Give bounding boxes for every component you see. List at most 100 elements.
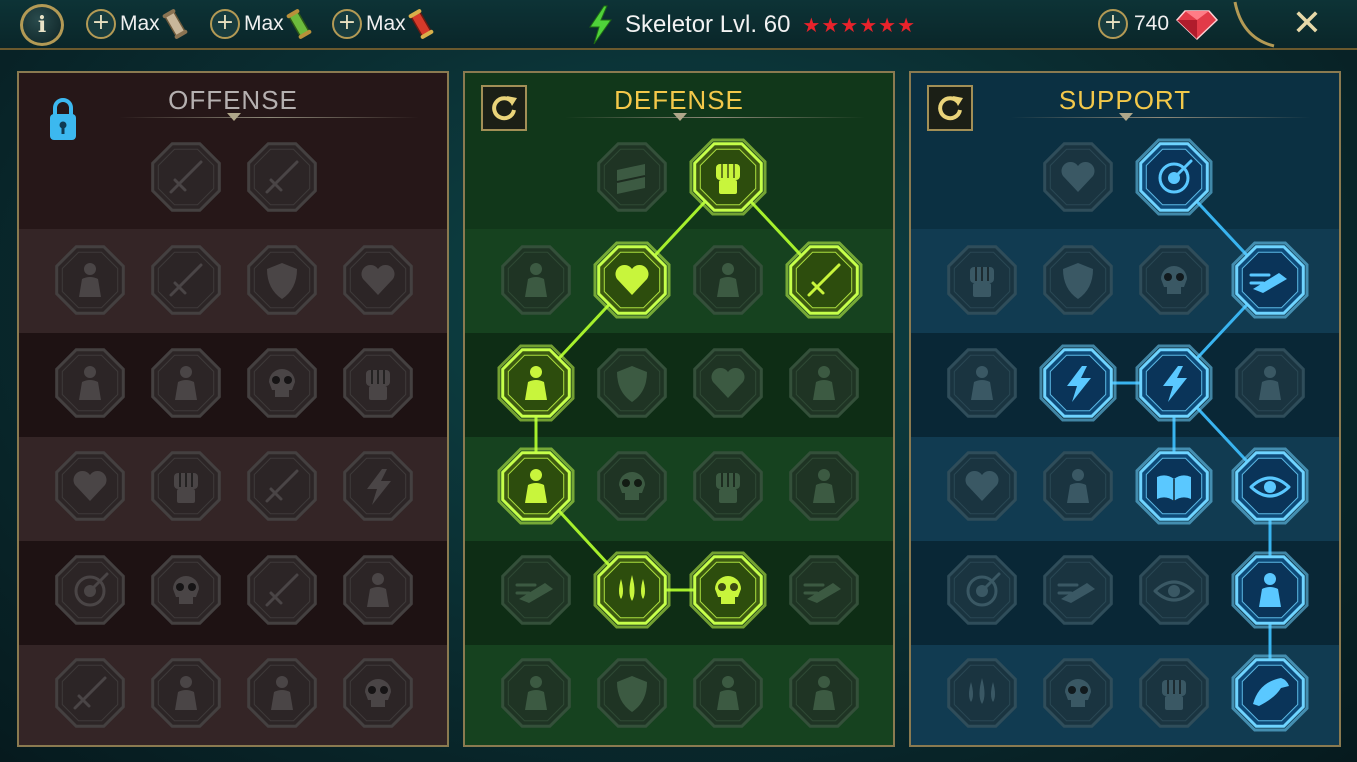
mastery-node-rallying-crowd[interactable]: [495, 445, 577, 527]
open-book-icon: [1135, 447, 1213, 525]
mastery-node-eagle-head[interactable]: [1229, 652, 1311, 734]
stomp-boot-icon: [1043, 555, 1113, 625]
mastery-node-shocked-figure[interactable]: [337, 549, 419, 631]
info-button[interactable]: i: [20, 4, 64, 46]
mastery-node-heart-plus[interactable]: [1037, 136, 1119, 218]
rallying-crowd-icon: [497, 447, 575, 525]
mastery-node-stomp-boot[interactable]: [1037, 549, 1119, 631]
burning-skull-icon: [689, 551, 767, 629]
mastery-node-spiked-skull[interactable]: [337, 652, 419, 734]
mastery-node-sword-circle[interactable]: [241, 549, 323, 631]
mastery-node-bull-head[interactable]: [783, 445, 865, 527]
mastery-node-guard-shield[interactable]: [591, 342, 673, 424]
mastery-node-fierce-eyes[interactable]: [1229, 445, 1311, 527]
mastery-node-rainbow-shield[interactable]: [1037, 239, 1119, 321]
mastery-node-shatter[interactable]: [1133, 342, 1215, 424]
chain-lightning-icon: [343, 451, 413, 521]
bull-head-icon: [789, 451, 859, 521]
horned-demon-icon: [55, 245, 125, 315]
fierce-eyes-icon: [1231, 447, 1309, 525]
skull-wind-icon: [247, 348, 317, 418]
mastery-node-wall-bricks[interactable]: [591, 136, 673, 218]
mastery-node-charging-warrior[interactable]: [49, 342, 131, 424]
mastery-node-double-figure[interactable]: [1229, 342, 1311, 424]
champion-header: Skeletor Lvl. 60 ★★★★★★: [585, 4, 916, 46]
mastery-node-arrow-burst[interactable]: [49, 549, 131, 631]
open-hand-icon: [693, 451, 763, 521]
mastery-node-running-figure[interactable]: [495, 549, 577, 631]
mastery-node-dueling-figures[interactable]: [495, 342, 577, 424]
mastery-node-muscular-torso[interactable]: [687, 239, 769, 321]
mastery-node-horned-beast[interactable]: [241, 652, 323, 734]
mastery-node-all-seeing-eye[interactable]: [1133, 549, 1215, 631]
mastery-node-winged-shield[interactable]: [591, 652, 673, 734]
close-button[interactable]: ✕: [1290, 4, 1324, 44]
heart-shield-icon: [693, 348, 763, 418]
mastery-node-claw-slash[interactable]: [241, 136, 323, 218]
mastery-node-skull-crest[interactable]: [1037, 652, 1119, 734]
mastery-node-bearded-face[interactable]: [687, 652, 769, 734]
mastery-node-burning-skull[interactable]: [687, 549, 769, 631]
mastery-node-potion-flask[interactable]: [941, 652, 1023, 734]
poison-drops-icon: [593, 551, 671, 629]
axe-icon: [247, 451, 317, 521]
mastery-node-raised-fist[interactable]: [687, 136, 769, 218]
mastery-node-crowned-figure[interactable]: [495, 652, 577, 734]
add-red-scroll-button[interactable]: +: [332, 9, 362, 39]
mastery-node-smoking-skull[interactable]: [1133, 239, 1215, 321]
mastery-node-hooded-figure[interactable]: [495, 239, 577, 321]
mastery-node-comet[interactable]: [1037, 445, 1119, 527]
mastery-node-cape-blade[interactable]: [145, 239, 227, 321]
winged-shield-icon: [597, 658, 667, 728]
mastery-node-dagger-hand[interactable]: [337, 342, 419, 424]
smoking-skull-icon: [1139, 245, 1209, 315]
mastery-node-skull-wind[interactable]: [241, 342, 323, 424]
add-green-scroll-button[interactable]: +: [210, 9, 240, 39]
mastery-node-target-strike[interactable]: [1133, 136, 1215, 218]
mastery-node-sparkle-blade[interactable]: [49, 652, 131, 734]
arrow-burst-icon: [55, 555, 125, 625]
mastery-node-healing-figure[interactable]: [941, 342, 1023, 424]
mastery-node-shield-break[interactable]: [241, 239, 323, 321]
mastery-node-bleeding-heart[interactable]: [49, 445, 131, 527]
mastery-node-broken-heart[interactable]: [337, 239, 419, 321]
add-tan-scroll-button[interactable]: +: [86, 9, 116, 39]
mastery-node-dodge-arrow[interactable]: [783, 549, 865, 631]
mastery-node-open-hand[interactable]: [687, 445, 769, 527]
mastery-node-chained-heart[interactable]: [941, 445, 1023, 527]
mastery-node-aura-figure[interactable]: [783, 342, 865, 424]
mastery-node-horned-demon[interactable]: [49, 239, 131, 321]
defense-panel: DEFENSE: [463, 71, 895, 747]
fist-strike-icon: [151, 451, 221, 521]
support-panel: SUPPORT: [909, 71, 1341, 747]
mastery-node-poison-drops[interactable]: [591, 549, 673, 631]
mastery-node-fanged-maw[interactable]: [145, 342, 227, 424]
resource-green-scroll: + Max: [210, 7, 312, 41]
resource-value: Max: [244, 12, 284, 35]
scroll-tan-icon: [162, 9, 188, 39]
mastery-node-crossed-swords[interactable]: [145, 136, 227, 218]
mastery-node-praying-hands[interactable]: [941, 239, 1023, 321]
mastery-node-skull[interactable]: [145, 549, 227, 631]
mastery-node-axe[interactable]: [241, 445, 323, 527]
mastery-node-compass-star[interactable]: [941, 549, 1023, 631]
muscular-torso-icon: [693, 245, 763, 315]
mastery-node-speed-dash[interactable]: [1229, 239, 1311, 321]
mastery-node-hourglass-skull[interactable]: [591, 445, 673, 527]
mastery-node-fist-strike[interactable]: [145, 445, 227, 527]
hourglass-skull-icon: [597, 451, 667, 521]
mastery-node-open-book[interactable]: [1133, 445, 1215, 527]
resource-value: Max: [366, 12, 406, 35]
mastery-node-crossed-blades[interactable]: [783, 239, 865, 321]
compass-star-icon: [947, 555, 1017, 625]
mastery-node-anatomical-heart[interactable]: [591, 239, 673, 321]
add-gems-button[interactable]: +: [1098, 9, 1128, 39]
mastery-node-flexing-figure[interactable]: [783, 652, 865, 734]
mastery-node-chain-lightning[interactable]: [337, 445, 419, 527]
mastery-node-voodoo-doll[interactable]: [1229, 549, 1311, 631]
dueling-figures-icon: [497, 344, 575, 422]
mastery-node-gripping-fist[interactable]: [1133, 652, 1215, 734]
mastery-node-heart-shield[interactable]: [687, 342, 769, 424]
mastery-node-knight-helm[interactable]: [145, 652, 227, 734]
mastery-node-lightning-bolt[interactable]: [1037, 342, 1119, 424]
